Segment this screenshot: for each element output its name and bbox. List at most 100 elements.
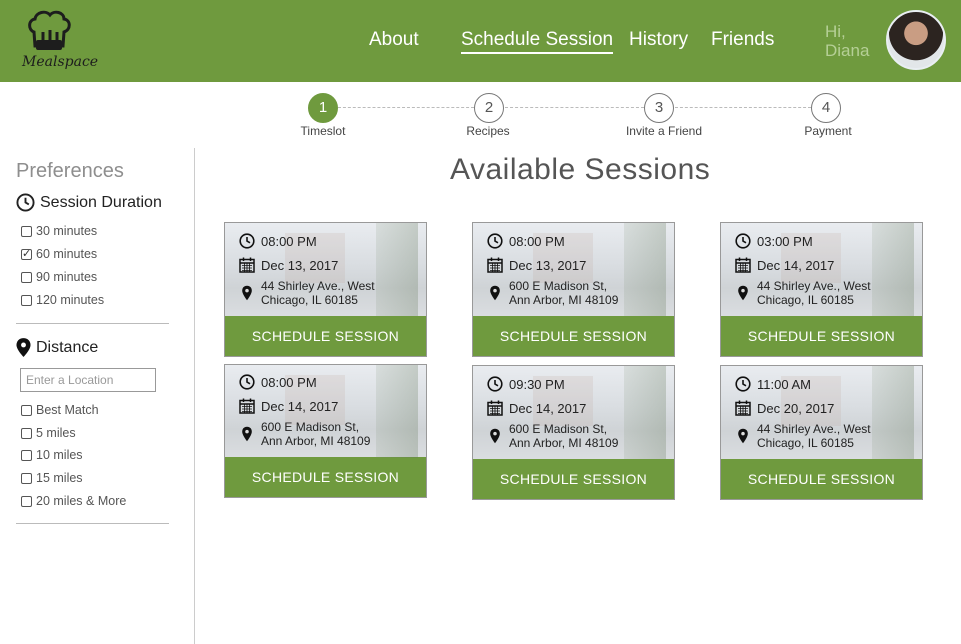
schedule-session-button[interactable]: SCHEDULE SESSION <box>721 459 922 499</box>
address-line-2: Chicago, IL 60185 <box>757 293 854 307</box>
session-address: 44 Shirley Ave., West Chicago, IL 60185 <box>735 279 871 307</box>
step-1-circle[interactable]: 1 <box>308 93 338 123</box>
address-line-1: 600 E Madison St, <box>261 420 360 434</box>
checkbox[interactable] <box>21 449 32 461</box>
step-2-label: Recipes <box>466 124 510 138</box>
address-line-1: 44 Shirley Ave., West <box>757 279 871 293</box>
time-text: 08:00 PM <box>509 233 565 249</box>
address-text: 44 Shirley Ave., West Chicago, IL 60185 <box>757 279 871 307</box>
address-text: 44 Shirley Ave., West Chicago, IL 60185 <box>261 279 375 307</box>
checkbox[interactable] <box>21 294 32 306</box>
distance-option-15-miles[interactable]: 15 miles <box>21 471 83 485</box>
top-nav-bar: Mealspace About Schedule Session History… <box>0 0 961 82</box>
session-date: Dec 13, 2017 <box>239 257 338 273</box>
option-label: 15 miles <box>36 471 83 485</box>
checkbox[interactable] <box>21 495 32 507</box>
nav-history[interactable]: History <box>629 29 688 51</box>
checkbox[interactable] <box>21 404 32 416</box>
address-line-1: 44 Shirley Ave., West <box>757 422 871 436</box>
duration-option-90[interactable]: 90 minutes <box>21 270 97 284</box>
time-text: 11:00 AM <box>757 376 811 392</box>
user-greeting: Hi, Diana <box>825 22 869 60</box>
step-4-label: Payment <box>804 124 852 138</box>
logo-text: Mealspace <box>22 54 99 70</box>
clock-icon <box>735 233 751 249</box>
mealspace-logo[interactable]: Mealspace <box>20 8 98 74</box>
step-3-circle[interactable]: 3 <box>644 93 674 123</box>
date-text: Dec 14, 2017 <box>261 398 339 414</box>
address-line-2: Ann Arbor, MI 48109 <box>509 436 619 450</box>
step-3-label: Invite a Friend <box>625 124 703 138</box>
session-date: Dec 14, 2017 <box>487 400 586 416</box>
session-card: 09:30 PM Dec 14, 2017 600 E Madison St, A… <box>472 365 675 500</box>
checkbox[interactable] <box>21 271 32 283</box>
session-time: 08:00 PM <box>239 233 317 249</box>
date-text: Dec 13, 2017 <box>509 257 587 273</box>
address-text: 44 Shirley Ave., West Chicago, IL 60185 <box>757 422 871 450</box>
clock-icon <box>487 233 503 249</box>
time-text: 08:00 PM <box>261 233 317 249</box>
checkbox[interactable] <box>21 427 32 439</box>
distance-option-10-miles[interactable]: 10 miles <box>21 448 83 462</box>
distance-option-20-miles-more[interactable]: 20 miles & More <box>21 494 126 508</box>
distance-option-best-match[interactable]: Best Match <box>21 403 99 417</box>
time-text: 03:00 PM <box>757 233 813 249</box>
nav-friends[interactable]: Friends <box>711 29 774 51</box>
option-label: 20 miles & More <box>36 494 127 508</box>
session-address: 44 Shirley Ave., West Chicago, IL 60185 <box>239 279 375 307</box>
address-line-1: 44 Shirley Ave., West <box>261 279 375 293</box>
preferences-sidebar: Preferences Session Duration 30 minutes … <box>0 148 195 644</box>
schedule-session-button[interactable]: SCHEDULE SESSION <box>473 459 674 499</box>
distance-option-5-miles[interactable]: 5 miles <box>21 426 76 440</box>
schedule-session-button[interactable]: SCHEDULE SESSION <box>473 316 674 356</box>
clock-icon <box>487 376 503 392</box>
divider <box>16 323 169 324</box>
step-connector <box>675 107 811 108</box>
address-text: 600 E Madison St, Ann Arbor, MI 48109 <box>509 422 618 450</box>
step-4-circle[interactable]: 4 <box>811 93 841 123</box>
location-pin-icon <box>242 285 252 301</box>
checkbox[interactable] <box>21 472 32 484</box>
session-card: 08:00 PM Dec 14, 2017 600 E Madison St, A… <box>224 364 427 498</box>
address-line-1: 600 E Madison St, <box>509 422 608 436</box>
clock-icon <box>16 193 35 212</box>
checkbox[interactable] <box>21 225 32 237</box>
divider <box>16 523 169 524</box>
address-line-2: Chicago, IL 60185 <box>757 436 854 450</box>
calendar-icon <box>239 398 255 414</box>
step-connector <box>505 107 644 108</box>
option-label: 30 minutes <box>36 224 98 238</box>
option-label: 120 minutes <box>36 293 105 307</box>
session-card: 03:00 PM Dec 14, 2017 44 Shirley Ave., W… <box>720 222 923 357</box>
session-photo: 08:00 PM Dec 13, 2017 44 Shirley Ave., W… <box>225 223 426 316</box>
address-line-2: Ann Arbor, MI 48109 <box>509 293 619 307</box>
greeting-hi: Hi, <box>825 22 846 41</box>
duration-option-30[interactable]: 30 minutes <box>21 224 97 238</box>
calendar-icon <box>735 257 751 273</box>
duration-option-60[interactable]: 60 minutes <box>21 247 97 261</box>
nav-about[interactable]: About <box>369 29 419 51</box>
checkbox-checked[interactable] <box>21 247 32 260</box>
schedule-session-button[interactable]: SCHEDULE SESSION <box>225 316 426 356</box>
calendar-icon <box>735 400 751 416</box>
session-photo: 09:30 PM Dec 14, 2017 600 E Madison St, A… <box>473 366 674 459</box>
step-2-circle[interactable]: 2 <box>474 93 504 123</box>
avatar[interactable] <box>886 10 946 70</box>
schedule-session-button[interactable]: SCHEDULE SESSION <box>721 316 922 356</box>
option-label: 60 minutes <box>36 247 98 261</box>
clock-icon <box>239 374 255 390</box>
duration-option-120[interactable]: 120 minutes <box>21 293 104 307</box>
location-pin-icon <box>242 426 252 442</box>
date-text: Dec 14, 2017 <box>757 257 835 273</box>
session-address: 44 Shirley Ave., West Chicago, IL 60185 <box>735 422 871 450</box>
location-input[interactable] <box>20 368 156 392</box>
session-address: 600 E Madison St, Ann Arbor, MI 48109 <box>487 279 618 307</box>
session-photo: 03:00 PM Dec 14, 2017 44 Shirley Ave., W… <box>721 223 922 316</box>
calendar-icon <box>239 257 255 273</box>
clock-icon <box>239 233 255 249</box>
nav-schedule-session[interactable]: Schedule Session <box>461 29 614 54</box>
schedule-session-button[interactable]: SCHEDULE SESSION <box>225 457 426 497</box>
location-pin-icon <box>490 428 500 444</box>
address-text: 600 E Madison St, Ann Arbor, MI 48109 <box>509 279 618 307</box>
option-label: 5 miles <box>36 426 76 440</box>
